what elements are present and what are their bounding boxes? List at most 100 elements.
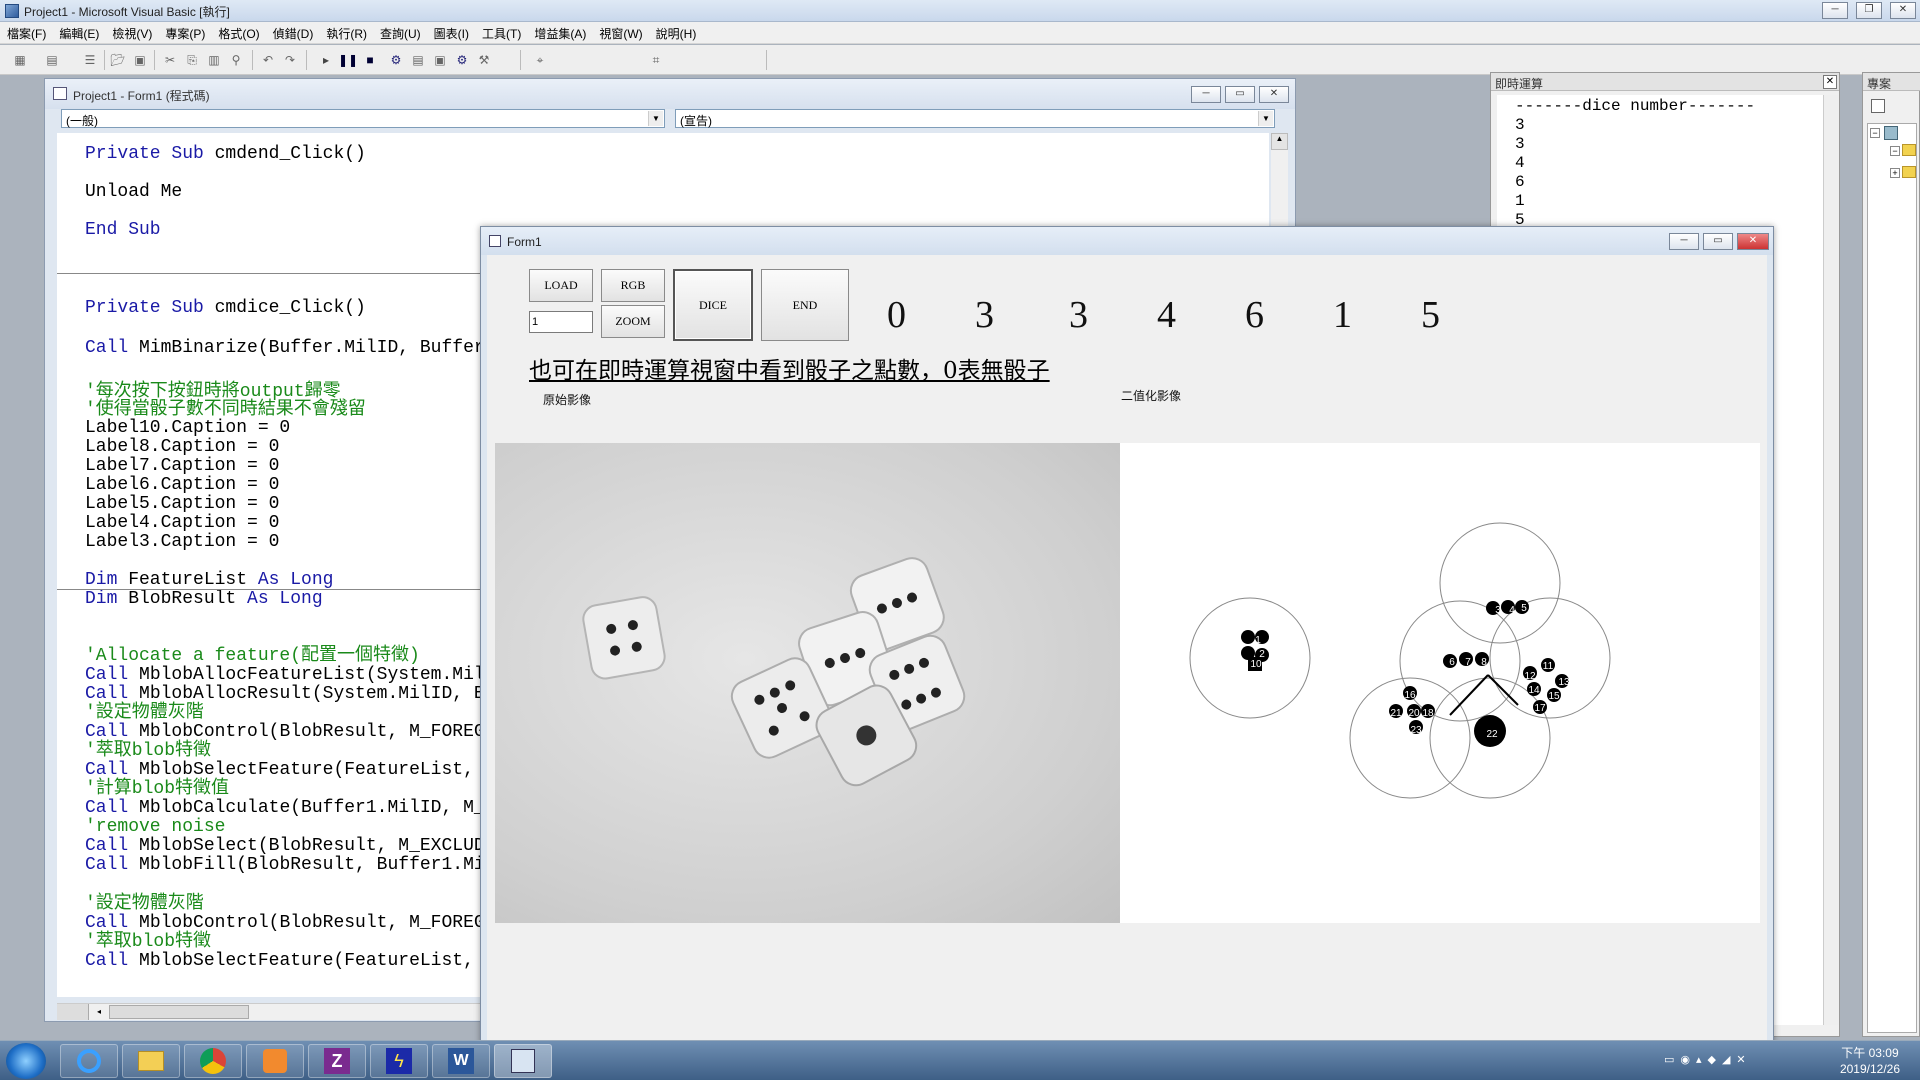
- toolbox-icon[interactable]: ⚒: [476, 52, 492, 68]
- add-project-icon[interactable]: ▦: [12, 52, 28, 68]
- undo-icon[interactable]: ↶: [260, 52, 276, 68]
- object-combo-value: (一般): [66, 114, 98, 128]
- menu-help[interactable]: 說明(H): [649, 22, 703, 42]
- menu-project[interactable]: 專案(P): [158, 22, 211, 42]
- code-maximize-button[interactable]: ▭: [1225, 86, 1255, 103]
- binary-image: 1 2 10 3 4 5 6 7 8 11 12 13 14 15 16 17: [1120, 443, 1760, 923]
- tree-collapse-icon[interactable]: −: [1890, 146, 1900, 156]
- chevron-down-icon[interactable]: ▼: [1258, 111, 1273, 126]
- stop-icon[interactable]: ■: [362, 52, 378, 68]
- immediate-line: 3: [1515, 135, 1525, 153]
- tree-expand-icon[interactable]: +: [1890, 168, 1900, 178]
- menu-view[interactable]: 檢視(V): [105, 22, 158, 42]
- paste-icon[interactable]: ▥: [206, 52, 222, 68]
- code-line: Call MblobSelectFeature(FeatureList, M_A: [85, 760, 518, 780]
- form1-close-button[interactable]: ✕: [1737, 233, 1769, 250]
- view-code-icon[interactable]: [1871, 99, 1885, 113]
- folder-icon: [1902, 144, 1916, 156]
- menu-addins[interactable]: 增益集(A): [527, 22, 592, 42]
- immediate-line: 6: [1515, 173, 1525, 191]
- blob-label: 14: [1528, 685, 1540, 696]
- menu-run[interactable]: 執行(R): [319, 22, 373, 42]
- find-icon[interactable]: ⚲: [228, 52, 244, 68]
- scroll-left-icon[interactable]: ◂: [91, 1004, 107, 1020]
- clock[interactable]: 下午 03:09 2019/12/26: [1840, 1045, 1900, 1077]
- open-icon[interactable]: 📂︎: [110, 52, 126, 68]
- menu-tools[interactable]: 工具(T): [475, 22, 527, 42]
- restore-button[interactable]: ❐: [1856, 2, 1882, 19]
- scroll-thumb[interactable]: [109, 1005, 249, 1019]
- tree-collapse-icon[interactable]: −: [1870, 128, 1880, 138]
- word-icon[interactable]: W: [432, 1044, 490, 1078]
- procedure-combo[interactable]: (宣告) ▼: [675, 109, 1275, 128]
- folder-icon[interactable]: [122, 1044, 180, 1078]
- code-line: '萃取blob特徵: [85, 932, 212, 952]
- redo-icon[interactable]: ↷: [282, 52, 298, 68]
- immediate-scrollbar[interactable]: [1823, 95, 1839, 1025]
- immediate-window-title: 即時運算: [1491, 73, 1839, 91]
- code-close-button[interactable]: ✕: [1259, 86, 1289, 103]
- menu-window[interactable]: 視窗(W): [592, 22, 648, 42]
- minimize-button[interactable]: ─: [1822, 2, 1848, 19]
- immediate-line: 3: [1515, 116, 1525, 134]
- form-layout-icon[interactable]: ▣: [432, 52, 448, 68]
- menu-diagram[interactable]: 圖表(I): [427, 22, 475, 42]
- media-player-icon[interactable]: [246, 1044, 304, 1078]
- code-line: Call MblobControl(BlobResult, M_FOREGROU: [85, 913, 518, 933]
- die-image: [582, 596, 666, 680]
- code-line: Private Sub cmdend_Click(): [85, 144, 366, 164]
- app-bolt-icon[interactable]: ϟ: [370, 1044, 428, 1078]
- properties-icon[interactable]: ▤: [410, 52, 426, 68]
- code-minimize-button[interactable]: ─: [1191, 86, 1221, 103]
- scroll-up-icon[interactable]: ▲: [1271, 133, 1288, 150]
- form1-maximize-button[interactable]: ▭: [1703, 233, 1733, 250]
- chrome-icon[interactable]: [184, 1044, 242, 1078]
- system-tray-icons[interactable]: ▭◉▴◆◢✕: [1664, 1053, 1824, 1069]
- chevron-down-icon[interactable]: ▼: [648, 111, 663, 126]
- ie-icon[interactable]: [60, 1044, 118, 1078]
- menu-editor-icon[interactable]: ☰: [82, 52, 98, 68]
- code-window-icon: [53, 87, 67, 100]
- load-button[interactable]: LOAD: [529, 269, 593, 302]
- copy-icon[interactable]: ⎘: [184, 52, 200, 68]
- project-tree[interactable]: − − +: [1867, 123, 1917, 1033]
- start-button[interactable]: [6, 1043, 46, 1079]
- vb-taskbar-icon[interactable]: [494, 1044, 552, 1078]
- dice-value-label: 3: [975, 294, 994, 336]
- threshold-input[interactable]: [529, 311, 593, 333]
- rgb-button[interactable]: RGB: [601, 269, 665, 302]
- code-line: 'remove noise: [85, 817, 226, 837]
- position-icon: ⌖: [536, 52, 544, 67]
- form-icon: [489, 235, 501, 247]
- code-line: Label3.Caption = 0: [85, 532, 280, 552]
- object-browser-icon[interactable]: ⚙: [454, 52, 470, 68]
- dice-count-label: 0: [887, 294, 906, 336]
- add-form-icon[interactable]: ▤: [44, 52, 60, 68]
- original-image: [495, 443, 1120, 923]
- end-button[interactable]: END: [761, 269, 849, 341]
- blob-label: 13: [1558, 677, 1570, 688]
- menu-file[interactable]: 檔案(F): [0, 22, 52, 42]
- taskbar: Z ϟ W ▭◉▴◆◢✕ 下午 03:09 2019/12/26: [0, 1040, 1920, 1080]
- save-icon[interactable]: ▣: [132, 52, 148, 68]
- project-explorer-icon[interactable]: ⚙: [388, 52, 404, 68]
- cut-icon[interactable]: ✂: [162, 52, 178, 68]
- blob-label: 12: [1524, 671, 1536, 682]
- view-toggle-icon[interactable]: [57, 1004, 89, 1020]
- immediate-close-icon[interactable]: ✕: [1823, 75, 1837, 89]
- dice-button[interactable]: DICE: [673, 269, 753, 341]
- vb-app-icon: [5, 4, 19, 18]
- close-button[interactable]: ✕: [1890, 2, 1916, 19]
- instruction-note: 也可在即時運算視窗中看到骰子之點數，0表無骰子: [529, 358, 1050, 384]
- menu-query[interactable]: 查詢(U): [373, 22, 427, 42]
- app-z-icon[interactable]: Z: [308, 1044, 366, 1078]
- object-combo[interactable]: (一般) ▼: [61, 109, 665, 128]
- form1-titlebar: Form1 ─ ▭ ✕: [481, 227, 1773, 255]
- menu-edit[interactable]: 編輯(E): [52, 22, 105, 42]
- menu-format[interactable]: 格式(O): [211, 22, 265, 42]
- zoom-button[interactable]: ZOOM: [601, 305, 665, 338]
- break-icon[interactable]: ❚❚: [338, 52, 358, 68]
- start-icon[interactable]: ▸: [318, 52, 334, 68]
- menu-debug[interactable]: 偵錯(D): [266, 22, 320, 42]
- form1-minimize-button[interactable]: ─: [1669, 233, 1699, 250]
